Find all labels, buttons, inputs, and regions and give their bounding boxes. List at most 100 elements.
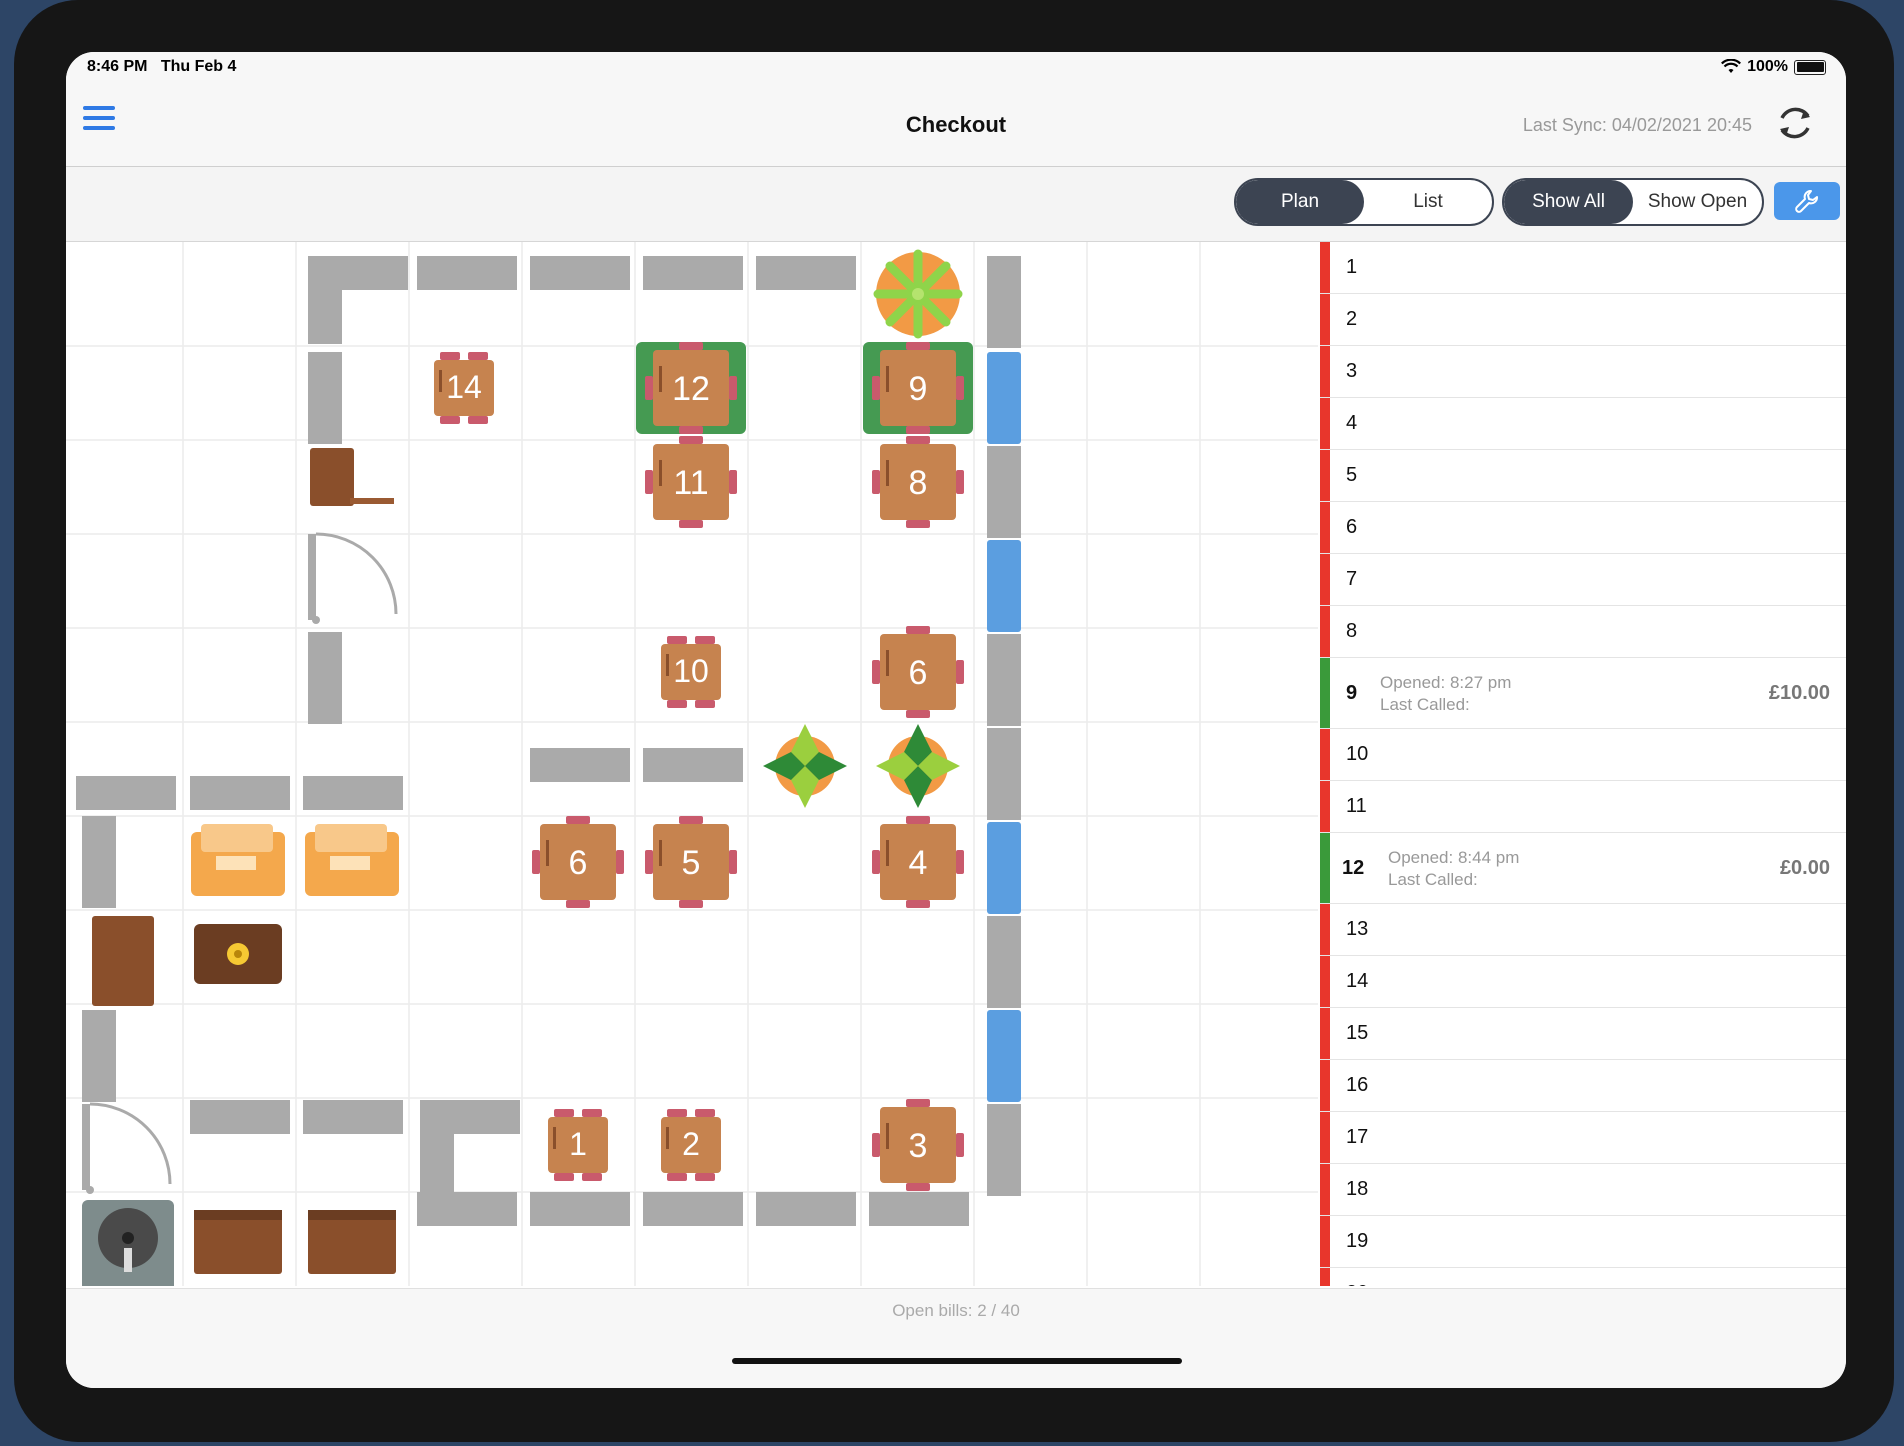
status-bar-indicator <box>1320 450 1330 501</box>
bill-row-8[interactable]: 8 <box>1320 606 1846 658</box>
table-3[interactable]: 3 <box>872 1099 964 1191</box>
table-number: 11 <box>673 464 708 502</box>
bill-number: 3 <box>1346 360 1358 382</box>
table-1[interactable]: 1 <box>548 1109 608 1181</box>
clock-time: 8:46 PM <box>87 58 148 75</box>
status-bar-indicator <box>1320 1268 1330 1286</box>
bill-row-2[interactable]: 2 <box>1320 294 1846 346</box>
status-bar: 8:46 PM Thu Feb 4 100% <box>66 52 1846 82</box>
plant-icon <box>763 724 847 808</box>
status-bar-indicator <box>1320 554 1330 605</box>
status-bar-indicator <box>1320 502 1330 553</box>
table-12[interactable]: 12 <box>636 342 746 434</box>
table-number: 14 <box>446 369 482 405</box>
armchair-left <box>191 824 285 896</box>
table-10[interactable]: 10 <box>661 636 721 708</box>
bill-row-3[interactable]: 3 <box>1320 346 1846 398</box>
bench-left <box>194 1210 282 1274</box>
table-5[interactable]: 5 <box>645 816 737 908</box>
coffee-table <box>194 924 282 984</box>
bench-right <box>308 1210 396 1274</box>
bill-row-13[interactable]: 13 <box>1320 904 1846 956</box>
bill-number: 2 <box>1346 308 1358 330</box>
bill-row-7[interactable]: 7 <box>1320 554 1846 606</box>
battery-level: 100% <box>1747 58 1788 75</box>
status-bar-indicator <box>1320 729 1330 780</box>
edit-layout-button[interactable] <box>1774 182 1840 220</box>
status-bar-indicator <box>1320 1216 1330 1267</box>
open-bills-count: Open bills: 2 / 40 <box>892 1301 1020 1320</box>
bill-amount: £10.00 <box>1768 681 1830 704</box>
opened-time: Opened: 8:27 pm <box>1380 673 1512 692</box>
list-view-button[interactable]: List <box>1364 180 1492 224</box>
cabinet <box>92 916 154 1006</box>
bill-row-9[interactable]: 9 Opened: 8:27 pm Last Called: £10.00 <box>1320 658 1846 729</box>
bill-info: Opened: 8:27 pm Last Called: <box>1380 672 1511 716</box>
last-called: Last Called: <box>1388 870 1478 889</box>
bill-number: 15 <box>1346 1022 1369 1044</box>
table-number: 12 <box>672 370 710 408</box>
show-all-button[interactable]: Show All <box>1504 180 1633 224</box>
bill-row-4[interactable]: 4 <box>1320 398 1846 450</box>
door-top <box>308 532 398 624</box>
table-2[interactable]: 2 <box>661 1109 721 1181</box>
bill-row-19[interactable]: 19 <box>1320 1216 1846 1268</box>
bill-row-15[interactable]: 15 <box>1320 1008 1846 1060</box>
table-14[interactable]: 14 <box>434 352 494 424</box>
bill-number: 18 <box>1346 1178 1369 1200</box>
status-indicators: 100% <box>1721 58 1826 76</box>
show-open-button[interactable]: Show Open <box>1633 180 1762 224</box>
bill-row-1[interactable]: 1 <box>1320 242 1846 294</box>
table-11[interactable]: 11 <box>645 436 737 528</box>
bill-number: 20 <box>1346 1282 1368 1286</box>
bill-row-11[interactable]: 11 <box>1320 781 1846 833</box>
bill-row-14[interactable]: 14 <box>1320 956 1846 1008</box>
bill-number: 13 <box>1346 918 1369 940</box>
bill-row-6[interactable]: 6 <box>1320 502 1846 554</box>
table-9[interactable]: 9 <box>863 342 973 434</box>
status-bar-indicator <box>1320 294 1330 345</box>
bill-number: 11 <box>1346 795 1367 817</box>
bill-info: Opened: 8:44 pm Last Called: <box>1388 847 1519 891</box>
status-bar-indicator <box>1320 904 1330 955</box>
status-bar-indicator <box>1320 956 1330 1007</box>
status-bar-indicator <box>1320 398 1330 449</box>
home-indicator[interactable] <box>732 1358 1182 1364</box>
footer: Open bills: 2 / 40 <box>66 1288 1846 1388</box>
floor-plan-canvas: 14 12 9 11 8 10 6 6 5 4 1 2 3 <box>66 242 1318 1286</box>
toolbar: Plan List Show All Show Open <box>66 167 1846 242</box>
status-bar-indicator <box>1320 658 1330 728</box>
bill-row-20[interactable]: 20 <box>1320 1268 1846 1286</box>
plan-view-button[interactable]: Plan <box>1236 180 1364 224</box>
bill-number: 4 <box>1346 412 1358 434</box>
bill-number: 12 <box>1342 856 1365 879</box>
bill-number: 17 <box>1346 1126 1369 1148</box>
table-number: 3 <box>909 1127 928 1165</box>
table-number: 2 <box>682 1126 700 1162</box>
table-8[interactable]: 8 <box>872 436 964 528</box>
clock-date: Thu Feb 4 <box>160 58 237 75</box>
bill-row-16[interactable]: 16 <box>1320 1060 1846 1112</box>
bill-row-10[interactable]: 10 <box>1320 729 1846 781</box>
turntable <box>82 1200 174 1286</box>
status-bar-indicator <box>1320 1008 1330 1059</box>
bill-row-17[interactable]: 17 <box>1320 1112 1846 1164</box>
table-4[interactable]: 4 <box>872 816 964 908</box>
bill-row-12[interactable]: 12 Opened: 8:44 pm Last Called: £0.00 <box>1320 833 1846 904</box>
table-6-lower[interactable]: 6 <box>532 816 624 908</box>
table-6-upper[interactable]: 6 <box>872 626 964 718</box>
sync-refresh-icon[interactable] <box>1774 102 1816 144</box>
nav-header: Checkout Last Sync: 04/02/2021 20:45 <box>66 82 1846 167</box>
view-toggle: Plan List <box>1234 178 1494 226</box>
table-number: 1 <box>569 1126 587 1162</box>
bill-row-5[interactable]: 5 <box>1320 450 1846 502</box>
bill-list: 1 2 3 4 5 6 7 8 9 Opened: 8:27 pm Last Called: £10.… <box>1320 242 1846 1286</box>
table-number: 6 <box>909 654 928 692</box>
bill-amount: £0.00 <box>1779 856 1830 879</box>
status-bar-indicator <box>1320 1112 1330 1163</box>
plant-sunflower-icon <box>873 249 963 339</box>
desk-with-chair <box>310 448 394 506</box>
bill-number: 10 <box>1346 743 1369 765</box>
status-bar-indicator <box>1320 606 1330 657</box>
bill-row-18[interactable]: 18 <box>1320 1164 1846 1216</box>
